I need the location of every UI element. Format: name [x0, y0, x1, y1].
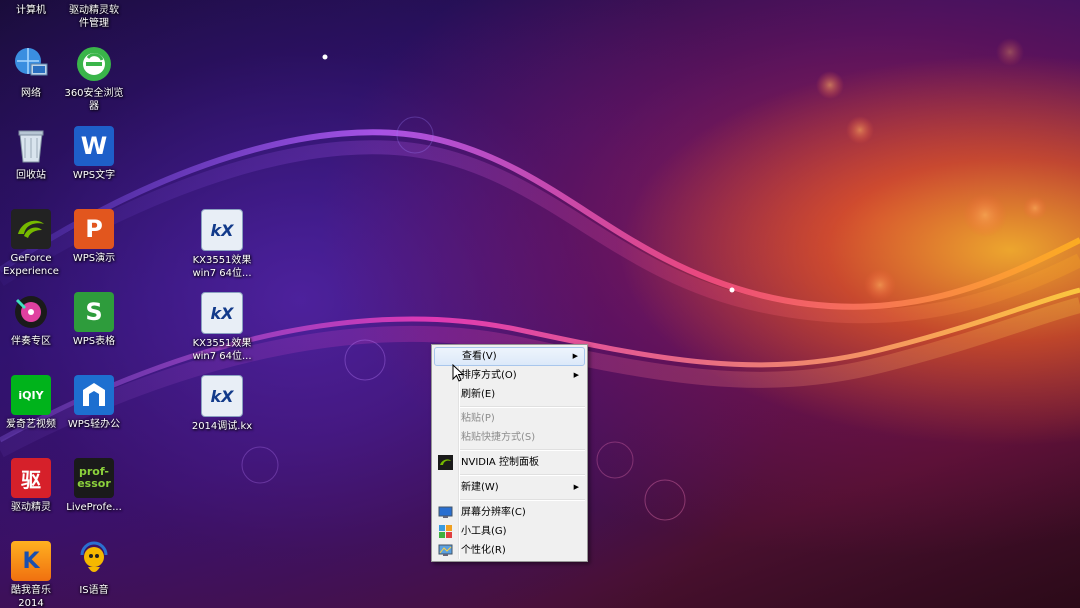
wps-present-shortcut[interactable]: P WPS演示	[54, 209, 134, 265]
wps-office-icon	[74, 375, 114, 415]
menu-item-label: 粘贴快捷方式(S)	[461, 432, 536, 443]
wps-writer-icon: W	[74, 126, 114, 166]
menu-item-nvidia-control-panel[interactable]: NVIDIA 控制面板	[434, 453, 585, 472]
wps-writer-label: WPS文字	[72, 170, 116, 181]
music-disc-icon	[11, 292, 51, 332]
wps-present-label: WPS演示	[72, 253, 116, 264]
network-icon	[11, 44, 51, 84]
menu-item-label: 个性化(R)	[461, 545, 506, 556]
driver-genius-icon: 驱	[11, 458, 51, 498]
mouse-cursor-icon	[452, 364, 464, 382]
menu-item-paste-shortcut[interactable]: 粘贴快捷方式(S)	[434, 428, 585, 447]
kx-file-1-label: KX3551效果 win7 64位...	[192, 255, 252, 279]
menu-item-new[interactable]: 新建(W) ▶	[434, 478, 585, 497]
wps-office-shortcut[interactable]: WPS轻办公	[54, 375, 134, 431]
kx-file-2-label: KX3551效果 win7 64位...	[192, 338, 252, 362]
personalize-icon	[438, 544, 453, 556]
submenu-arrow-icon: ▶	[572, 352, 578, 360]
menu-item-label: 刷新(E)	[461, 389, 496, 400]
menu-separator	[460, 474, 585, 476]
menu-item-gadgets[interactable]: 小工具(G)	[434, 522, 585, 541]
submenu-arrow-icon: ▶	[573, 371, 579, 379]
is-voice-icon	[74, 541, 114, 581]
kx-file-2-shortcut[interactable]: kX KX3551效果 win7 64位...	[182, 292, 262, 363]
driver-software-label[interactable]: 驱动精灵软 件管理	[54, 4, 134, 30]
menu-separator	[460, 499, 585, 501]
gadgets-icon	[439, 525, 452, 538]
kx-file-icon: kX	[201, 209, 243, 251]
menu-item-screen-resolution[interactable]: 屏幕分辨率(C)	[434, 503, 585, 522]
kx-file-3-label: 2014调试.kx	[191, 421, 253, 432]
menu-separator	[460, 449, 585, 451]
wps-office-label: WPS轻办公	[67, 419, 121, 430]
menu-separator	[460, 406, 585, 408]
wps-sheet-shortcut[interactable]: S WPS表格	[54, 292, 134, 348]
submenu-arrow-icon: ▶	[573, 483, 579, 491]
is-voice-shortcut[interactable]: IS语音	[54, 541, 134, 597]
liveprofessor-label: LiveProfe...	[66, 502, 122, 513]
kuwo-icon: K	[11, 541, 51, 581]
geforce-icon	[11, 209, 51, 249]
menu-item-label: 新建(W)	[461, 482, 499, 493]
is-voice-label: IS语音	[79, 585, 109, 596]
wps-present-icon: P	[74, 209, 114, 249]
browser360-shortcut[interactable]: 360安全浏览 器	[54, 44, 134, 113]
menu-item-label: NVIDIA 控制面板	[461, 457, 539, 468]
desktop[interactable]: 计算机 驱动精灵软 件管理 网络 回收站 GeForce Experience …	[0, 0, 1080, 608]
browser360-icon	[74, 44, 114, 84]
nvidia-icon	[438, 455, 453, 470]
iqiyi-icon: iQIY	[11, 375, 51, 415]
display-icon	[438, 506, 453, 518]
kx-file-3-shortcut[interactable]: kX 2014调试.kx	[182, 375, 262, 433]
menu-item-label: 查看(V)	[462, 351, 497, 362]
wps-writer-shortcut[interactable]: W WPS文字	[54, 126, 134, 182]
menu-item-refresh[interactable]: 刷新(E)	[434, 385, 585, 404]
liveprofessor-shortcut[interactable]: prof- essor LiveProfe...	[54, 458, 134, 514]
browser360-label: 360安全浏览 器	[64, 88, 124, 112]
menu-item-paste[interactable]: 粘贴(P)	[434, 409, 585, 428]
kx-file-1-shortcut[interactable]: kX KX3551效果 win7 64位...	[182, 209, 262, 280]
menu-item-label: 粘贴(P)	[461, 413, 495, 424]
menu-item-label: 屏幕分辨率(C)	[461, 507, 526, 518]
menu-item-personalize[interactable]: 个性化(R)	[434, 541, 585, 560]
liveprofessor-icon: prof- essor	[74, 458, 114, 498]
recycle-bin-icon	[11, 126, 51, 166]
kx-file-icon: kX	[201, 375, 243, 417]
menu-item-label: 小工具(G)	[461, 526, 507, 537]
wps-sheet-icon: S	[74, 292, 114, 332]
wps-sheet-label: WPS表格	[72, 336, 116, 347]
menu-item-label: 排序方式(O)	[461, 370, 517, 381]
kx-file-icon: kX	[201, 292, 243, 334]
